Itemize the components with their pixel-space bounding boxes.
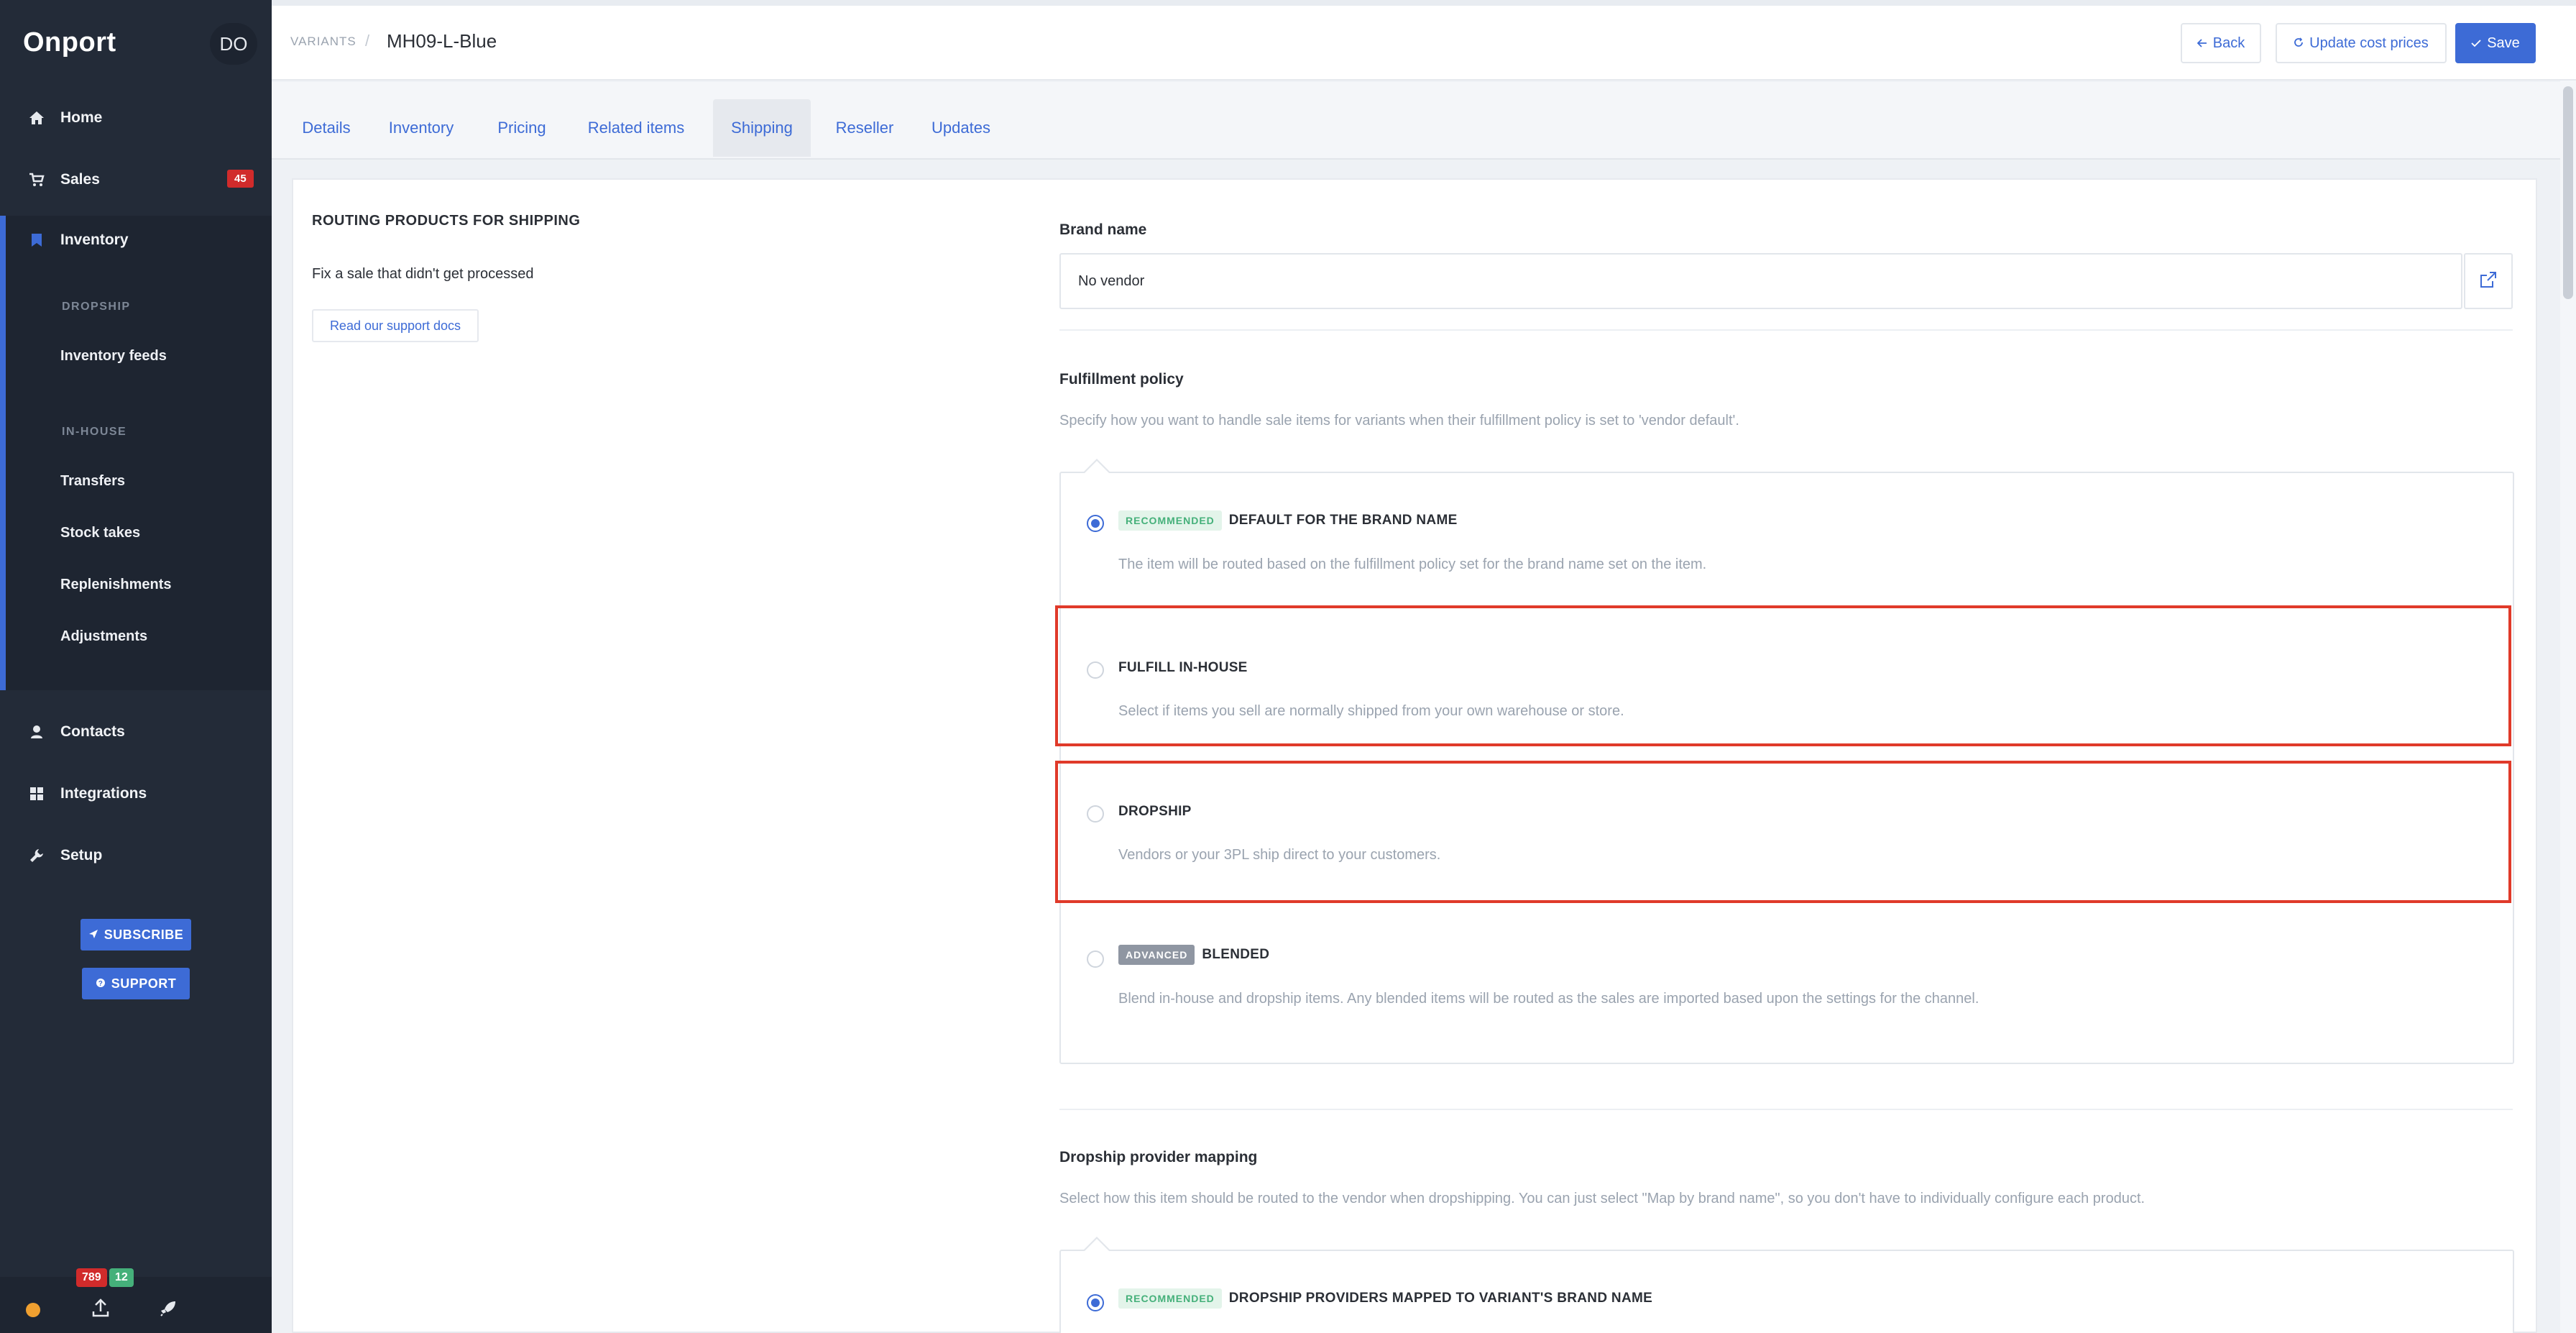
page-title: MH09-L-Blue	[387, 30, 497, 52]
sidebar-item-label: Home	[60, 109, 103, 126]
fulfillment-policy-help: Specify how you want to handle sale item…	[1059, 413, 1739, 429]
sidebar-item-adjustments[interactable]: Adjustments	[60, 628, 147, 645]
sidebar-item-contacts[interactable]: Contacts	[0, 710, 272, 753]
sidebar-item-replenishments[interactable]: Replenishments	[60, 577, 171, 593]
advanced-badge: ADVANCED	[1118, 945, 1195, 965]
external-link-icon	[2480, 271, 2497, 292]
tab-details[interactable]: Details	[292, 99, 361, 157]
submenu-heading-dropship: DROPSHIP	[62, 301, 131, 313]
tab-bar: Details Inventory Pricing Related items …	[272, 82, 2560, 160]
section-subtitle: Fix a sale that didn't get processed	[312, 266, 534, 282]
update-cost-prices-button[interactable]: Update cost prices	[2276, 23, 2447, 63]
home-icon	[26, 111, 47, 125]
tab-updates[interactable]: Updates	[921, 99, 1000, 157]
support-button[interactable]: ? SUPPORT	[82, 968, 190, 999]
status-dot-icon[interactable]	[26, 1303, 40, 1317]
wrench-icon	[26, 848, 47, 863]
sidebar-item-stock-takes[interactable]: Stock takes	[60, 525, 140, 541]
avatar[interactable]: DO	[210, 23, 257, 65]
section-title: ROUTING PRODUCTS FOR SHIPPING	[312, 213, 581, 229]
dropship-mapping-help: Select how this item should be routed to…	[1059, 1191, 2145, 1206]
option-title-text: BLENDED	[1202, 947, 1270, 962]
brand-name-value: No vendor	[1078, 272, 1145, 289]
brand-logo[interactable]: Onport	[23, 27, 116, 58]
scrollbar-thumb[interactable]	[2563, 86, 2573, 299]
svg-text:?: ?	[98, 980, 103, 988]
tab-pricing[interactable]: Pricing	[484, 99, 559, 157]
divider	[1059, 1109, 2513, 1110]
sidebar-footer	[0, 1277, 272, 1333]
sidebar-item-inventory-feeds[interactable]: Inventory feeds	[60, 348, 167, 365]
tab-related-items[interactable]: Related items	[576, 99, 696, 157]
recommended-badge: RECOMMENDED	[1118, 1288, 1222, 1309]
person-icon	[26, 725, 47, 739]
options-caret	[1082, 1237, 1111, 1252]
tab-reseller[interactable]: Reseller	[825, 99, 904, 157]
help-icon: ?	[96, 976, 106, 991]
tab-inventory[interactable]: Inventory	[378, 99, 464, 157]
brand-name-label: Brand name	[1059, 221, 1147, 238]
inventory-submenu	[0, 216, 272, 690]
error-count-badge[interactable]: 789	[76, 1268, 107, 1287]
sidebar-item-label: Integrations	[60, 785, 147, 802]
sales-count-badge: 45	[227, 170, 254, 188]
check-icon	[2471, 35, 2481, 52]
option-description: The item will be routed based on the ful…	[1118, 556, 1707, 572]
sidebar-item-inventory[interactable]: Inventory	[0, 219, 272, 262]
sidebar: Onport DO Home Sales 45 Inventory DROPSH…	[0, 0, 272, 1333]
option-description: Blend in-house and dropship items. Any b…	[1118, 991, 1979, 1007]
radio-blended[interactable]	[1087, 950, 1104, 968]
sidebar-item-setup[interactable]: Setup	[0, 834, 272, 877]
send-icon	[88, 927, 98, 943]
option-title: RECOMMENDED DROPSHIP PROVIDERS MAPPED TO…	[1118, 1288, 1652, 1309]
grid-icon	[26, 787, 47, 801]
sidebar-item-label: Inventory	[60, 232, 129, 248]
divider	[1059, 329, 2513, 331]
arrow-left-icon	[2196, 35, 2207, 52]
breadcrumb-parent[interactable]: VARIANTS	[290, 35, 356, 49]
dropship-mapping-label: Dropship provider mapping	[1059, 1149, 1258, 1165]
option-title: RECOMMENDED DEFAULT FOR THE BRAND NAME	[1118, 510, 1458, 531]
back-button[interactable]: Back	[2181, 23, 2261, 63]
subscribe-button[interactable]: SUBSCRIBE	[80, 919, 191, 950]
options-caret	[1082, 459, 1111, 474]
update-cost-label: Update cost prices	[2309, 35, 2429, 51]
option-title-text: DEFAULT FOR THE BRAND NAME	[1228, 513, 1458, 528]
option-title: ADVANCED BLENDED	[1118, 945, 1269, 965]
upload-icon[interactable]	[92, 1298, 109, 1322]
highlight-box-in-house	[1055, 605, 2511, 746]
submenu-heading-in-house: IN-HOUSE	[62, 426, 127, 438]
sidebar-item-label: Contacts	[60, 723, 125, 740]
radio-default[interactable]	[1087, 515, 1104, 532]
refresh-icon	[2294, 35, 2304, 52]
back-label: Back	[2212, 35, 2245, 51]
open-brand-button[interactable]	[2464, 253, 2513, 309]
sidebar-item-label: Setup	[60, 847, 103, 864]
radio-map-brand[interactable]	[1087, 1294, 1104, 1311]
recommended-badge: RECOMMENDED	[1118, 510, 1222, 531]
highlight-box-dropship	[1055, 761, 2511, 903]
bookmark-icon	[26, 233, 47, 247]
sidebar-item-label: Sales	[60, 171, 100, 188]
support-label: SUPPORT	[111, 976, 177, 991]
option-title-text: DROPSHIP PROVIDERS MAPPED TO VARIANT'S B…	[1228, 1291, 1653, 1306]
support-docs-button[interactable]: Read our support docs	[312, 309, 479, 342]
save-button[interactable]: Save	[2455, 23, 2536, 63]
fulfillment-policy-label: Fulfillment policy	[1059, 371, 1184, 388]
brand-name-field[interactable]: No vendor	[1059, 253, 2462, 309]
rocket-icon[interactable]	[160, 1300, 177, 1322]
top-bar: VARIANTS / MH09-L-Blue Back Update cost …	[272, 0, 2576, 81]
breadcrumb-separator: /	[365, 32, 370, 50]
sidebar-item-home[interactable]: Home	[0, 96, 272, 139]
success-count-badge[interactable]: 12	[109, 1268, 134, 1287]
active-tab-caret	[753, 145, 773, 155]
sidebar-item-integrations[interactable]: Integrations	[0, 772, 272, 815]
save-label: Save	[2487, 35, 2520, 51]
subscribe-label: SUBSCRIBE	[104, 927, 184, 942]
sidebar-item-transfers[interactable]: Transfers	[60, 473, 125, 490]
cart-icon	[26, 173, 47, 187]
